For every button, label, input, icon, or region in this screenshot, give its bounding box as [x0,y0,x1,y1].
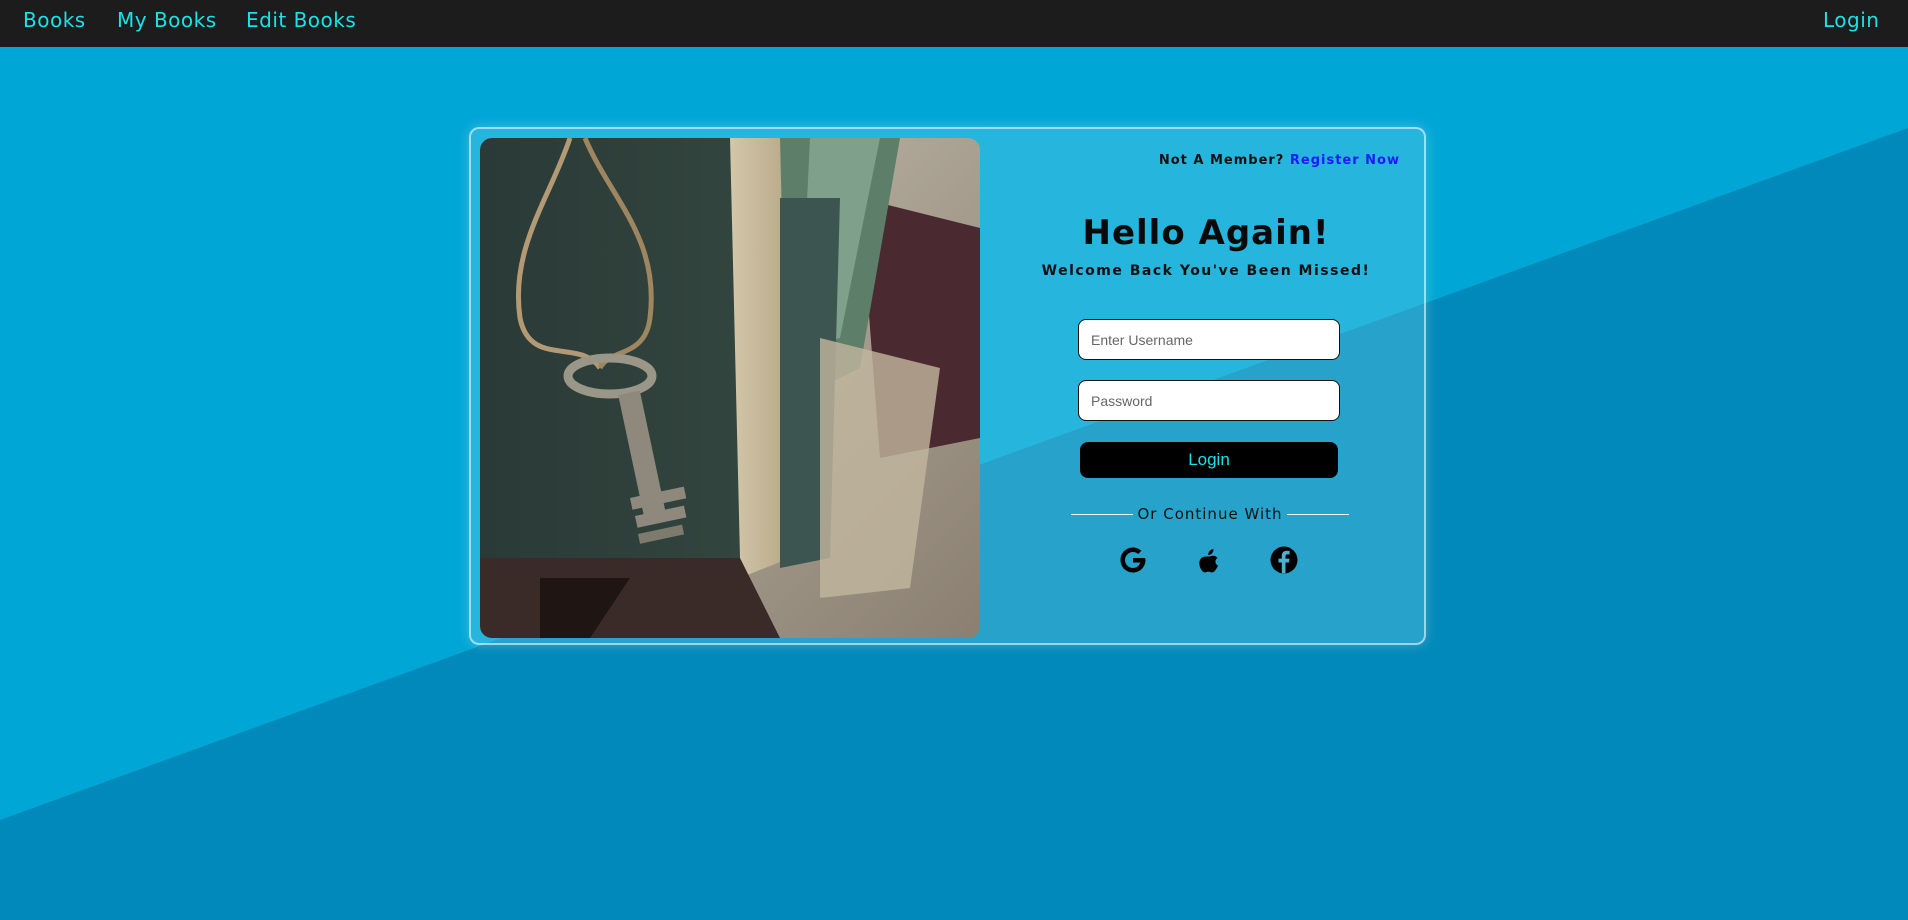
register-now-link[interactable]: Register Now [1290,153,1400,168]
login-card: Not A Member? Register Now Hello Again! … [469,127,1426,645]
nav-edit-books-link[interactable]: Edit Books [246,8,356,32]
nav-my-books-link[interactable]: My Books [117,8,217,32]
continue-with-text: Or Continue With [1137,505,1283,523]
facebook-icon[interactable] [1269,545,1299,575]
divider-line-left [1071,514,1133,515]
login-title: Hello Again! [1082,213,1330,253]
nav-books-link[interactable]: Books [23,8,86,32]
divider-line-right [1287,514,1349,515]
google-icon[interactable] [1118,545,1148,575]
register-prompt: Not A Member? Register Now [1159,153,1400,168]
top-navbar: Books My Books Edit Books Login [0,0,1908,47]
nav-login-link[interactable]: Login [1823,8,1879,32]
apple-icon[interactable] [1194,545,1224,575]
password-input[interactable] [1078,380,1340,421]
login-subtitle: Welcome Back You've Been Missed! [1041,263,1371,279]
not-member-text: Not A Member? [1158,153,1285,168]
username-input[interactable] [1078,319,1340,360]
books-key-photo [480,138,980,638]
login-button[interactable]: Login [1080,442,1338,478]
